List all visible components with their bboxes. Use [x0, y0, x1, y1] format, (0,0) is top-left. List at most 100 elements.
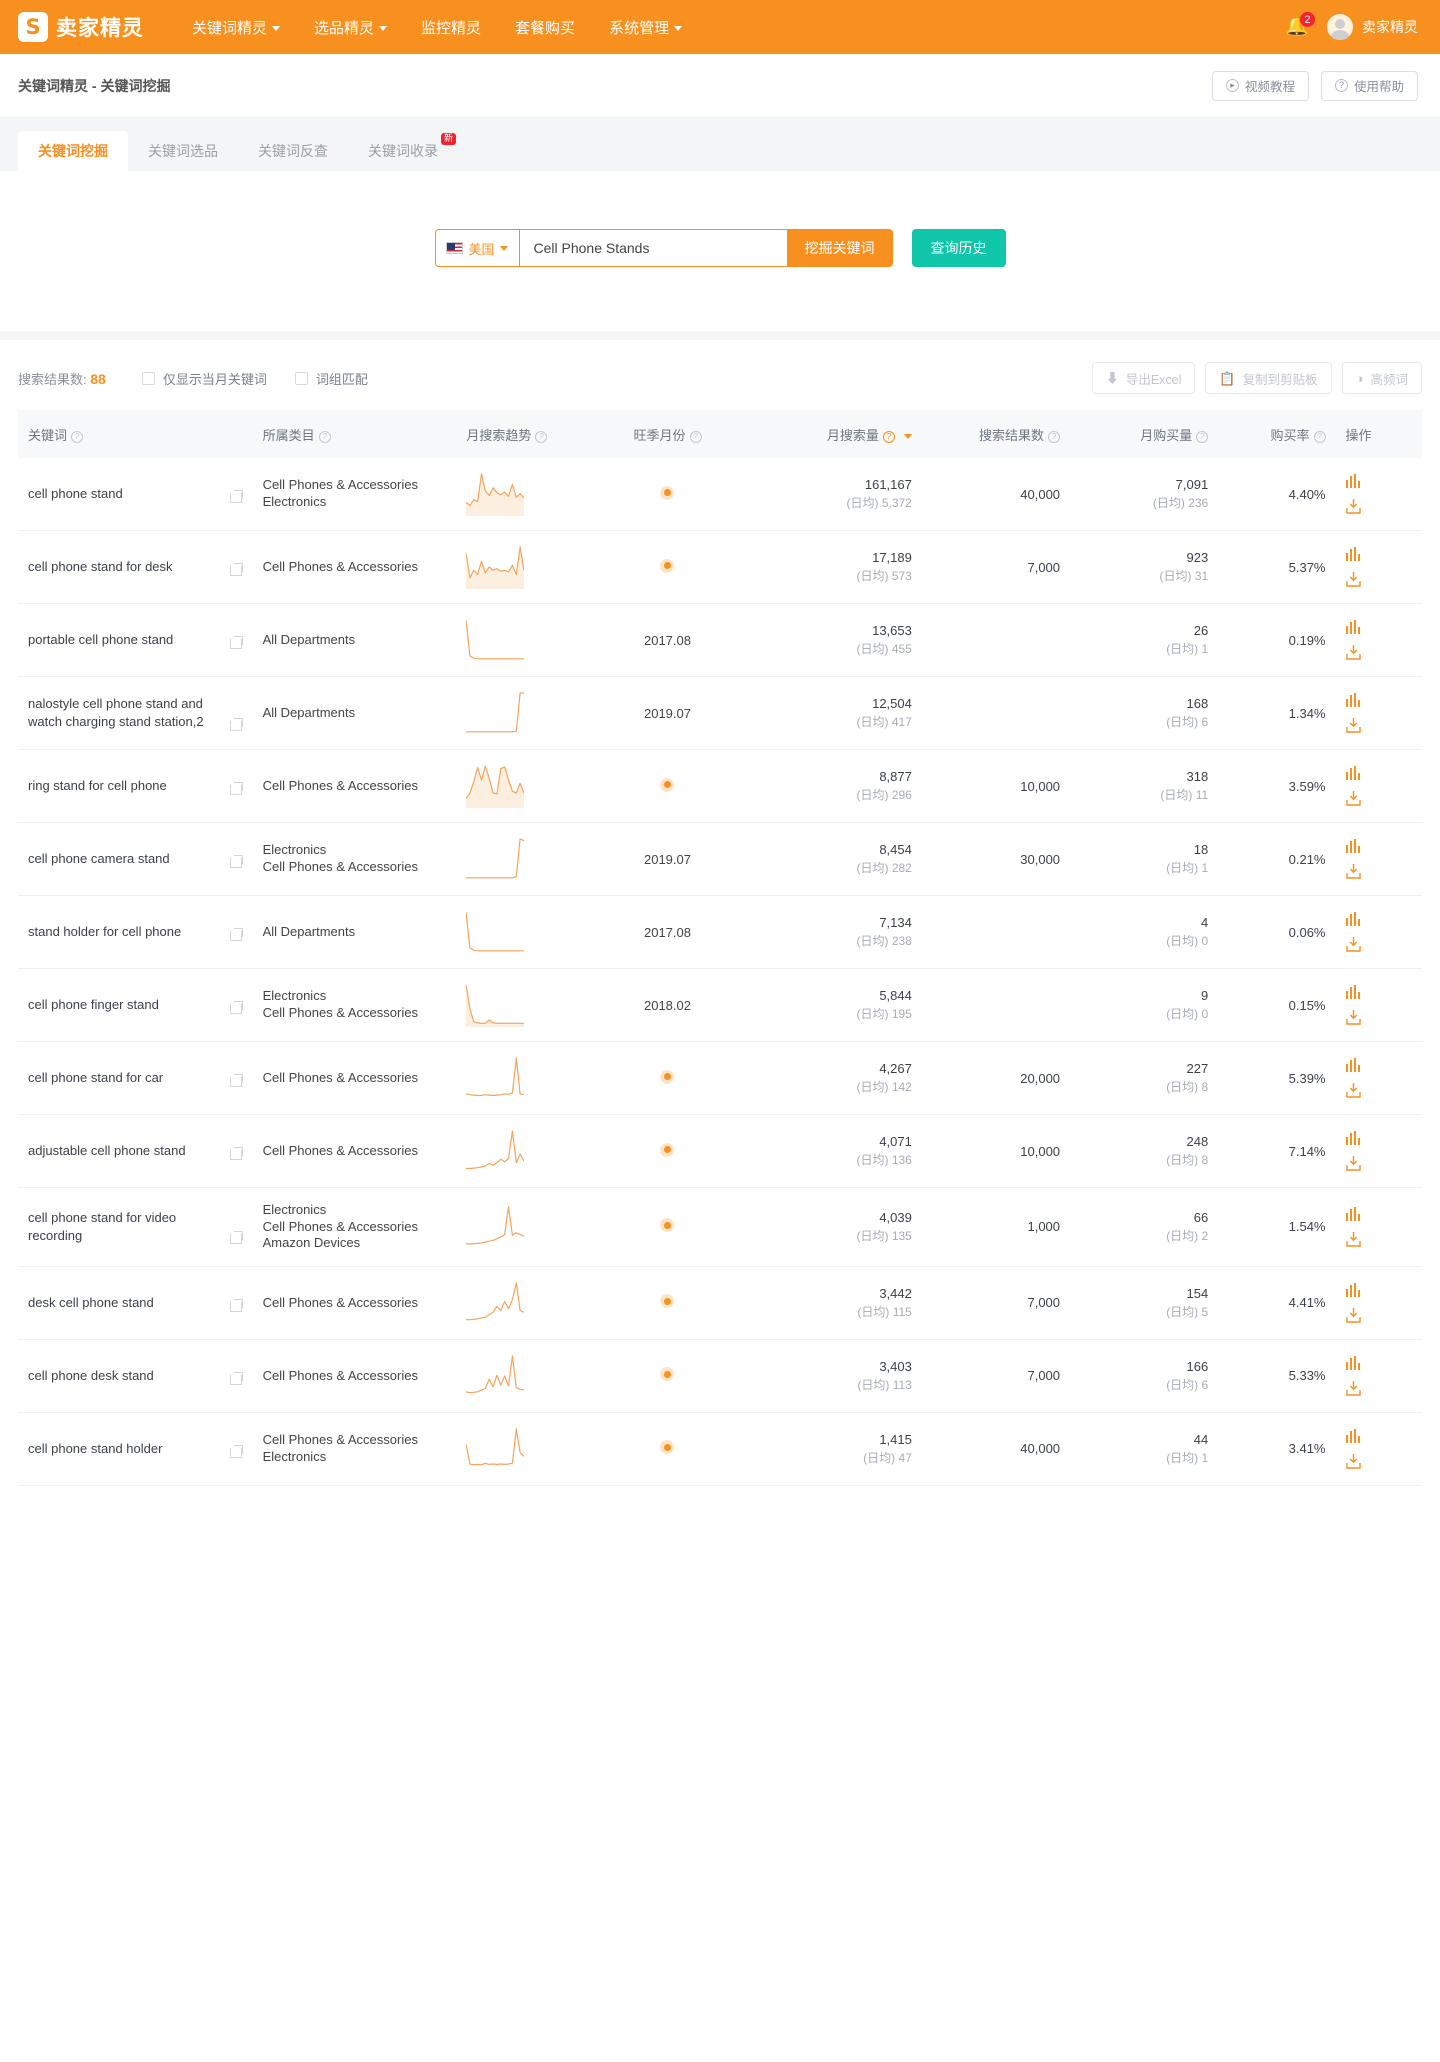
tab-keyword-reverse-lookup[interactable]: 关键词反查: [238, 131, 348, 171]
question-icon[interactable]: ?: [882, 430, 895, 443]
export-excel-button[interactable]: ⬇ 导出Excel: [1091, 362, 1196, 394]
bar-chart-icon[interactable]: [1345, 1428, 1361, 1443]
column-header-monthly-volume[interactable]: 月搜索量?: [736, 410, 922, 458]
table-row[interactable]: adjustable cell phone stand Cell Phones …: [18, 1114, 1422, 1188]
external-link-icon[interactable]: [229, 855, 243, 868]
external-link-icon[interactable]: [229, 636, 243, 649]
monthly-purchases-value: 318: [1186, 768, 1209, 784]
bar-chart-icon[interactable]: [1345, 474, 1361, 488]
nav-item-monitoring[interactable]: 监控精灵: [421, 17, 481, 38]
bar-chart-icon[interactable]: [1345, 1355, 1361, 1370]
question-icon[interactable]: ?: [1196, 430, 1209, 443]
query-history-button[interactable]: 查询历史: [911, 229, 1006, 267]
nav-item-keyword-wizard[interactable]: 关键词精灵: [192, 17, 281, 38]
bar-chart-icon[interactable]: [1345, 693, 1361, 707]
notifications-button[interactable]: 🔔 2: [1285, 11, 1316, 39]
help-button[interactable]: ? 使用帮助: [1320, 70, 1418, 101]
download-icon[interactable]: [1345, 572, 1361, 587]
country-select[interactable]: 美国: [434, 229, 519, 267]
table-row[interactable]: nalostyle cell phone stand and watch cha…: [18, 676, 1422, 750]
table-row[interactable]: cell phone stand for video recording Ele…: [18, 1187, 1422, 1267]
tab-keyword-mining[interactable]: 关键词挖掘: [18, 131, 128, 171]
question-icon[interactable]: ?: [1048, 430, 1061, 443]
sort-descending-icon[interactable]: [903, 433, 912, 439]
external-link-icon[interactable]: [229, 928, 243, 941]
download-icon[interactable]: [1345, 864, 1361, 879]
copy-clipboard-button[interactable]: 📋 复制到剪贴板: [1205, 362, 1332, 394]
table-row[interactable]: cell phone stand holder Cell Phones & Ac…: [18, 1412, 1422, 1486]
external-link-icon[interactable]: [229, 1074, 243, 1087]
table-row[interactable]: cell phone finger stand Electronics Cell …: [18, 968, 1422, 1042]
question-icon[interactable]: ?: [1313, 430, 1326, 443]
bar-chart-icon[interactable]: [1345, 1206, 1361, 1221]
bar-chart-icon[interactable]: [1345, 1282, 1361, 1297]
bar-chart-icon[interactable]: [1345, 1058, 1361, 1072]
external-link-icon[interactable]: [229, 1147, 243, 1160]
external-link-icon[interactable]: [229, 782, 243, 795]
table-row[interactable]: cell phone camera stand Electronics Cell …: [18, 822, 1422, 896]
column-header-purchase-rate[interactable]: 购买率?: [1218, 410, 1336, 458]
column-header-peak-month[interactable]: 旺季月份?: [598, 410, 737, 458]
external-link-icon[interactable]: [229, 1001, 243, 1014]
video-tutorial-button[interactable]: ▸ 视频教程: [1211, 70, 1309, 101]
bar-chart-icon[interactable]: [1345, 839, 1361, 853]
table-row[interactable]: cell phone desk stand Cell Phones & Acce…: [18, 1339, 1422, 1413]
nav-item-system-management[interactable]: 系统管理: [609, 17, 683, 38]
external-link-icon[interactable]: [229, 563, 243, 576]
download-icon[interactable]: [1345, 1380, 1361, 1396]
checkbox-phrase-match[interactable]: 词组匹配: [294, 369, 368, 388]
checkbox-box[interactable]: [294, 371, 308, 385]
table-row[interactable]: portable cell phone stand All Department…: [18, 603, 1422, 677]
table-row[interactable]: cell phone stand for desk Cell Phones & …: [18, 530, 1422, 604]
bar-chart-icon[interactable]: [1345, 620, 1361, 634]
bar-chart-icon[interactable]: [1345, 912, 1361, 926]
question-icon[interactable]: ?: [318, 430, 331, 443]
bar-chart-icon[interactable]: [1345, 985, 1361, 999]
column-header-monthly-purchases[interactable]: 月购买量?: [1070, 410, 1219, 458]
download-icon[interactable]: [1345, 937, 1361, 952]
checkbox-current-month[interactable]: 仅显示当月关键词: [141, 369, 267, 388]
download-icon[interactable]: [1345, 1231, 1361, 1247]
bar-chart-icon[interactable]: [1345, 766, 1361, 780]
app-logo[interactable]: S 卖家精灵: [18, 12, 144, 42]
question-icon[interactable]: ?: [535, 430, 548, 443]
download-icon[interactable]: [1345, 645, 1361, 660]
question-icon[interactable]: ?: [71, 430, 84, 443]
external-link-icon[interactable]: [229, 718, 243, 731]
external-link-icon[interactable]: [229, 1299, 243, 1312]
tab-keyword-indexing[interactable]: 关键词收录 新: [348, 131, 458, 171]
download-icon[interactable]: [1345, 499, 1361, 514]
bar-chart-icon[interactable]: [1345, 547, 1361, 561]
dig-keywords-button[interactable]: 挖掘关键词: [786, 229, 893, 267]
user-menu[interactable]: 卖家精灵: [1327, 14, 1418, 40]
nav-item-purchase-plan[interactable]: 套餐购买: [515, 17, 575, 38]
external-link-icon[interactable]: [229, 1372, 243, 1385]
table-row[interactable]: cell phone stand for car Cell Phones & A…: [18, 1041, 1422, 1115]
column-header-trend[interactable]: 月搜索趋势?: [456, 410, 599, 458]
table-row[interactable]: ring stand for cell phone Cell Phones & …: [18, 749, 1422, 823]
column-header-keyword[interactable]: 关键词?: [18, 410, 253, 458]
notification-badge: 2: [1299, 11, 1316, 28]
download-icon[interactable]: [1345, 791, 1361, 806]
nav-item-product-selection[interactable]: 选品精灵: [314, 17, 388, 38]
table-row[interactable]: stand holder for cell phone All Departme…: [18, 895, 1422, 969]
table-row[interactable]: desk cell phone stand Cell Phones & Acce…: [18, 1266, 1422, 1340]
table-row[interactable]: cell phone stand Cell Phones & Accessori…: [18, 458, 1422, 531]
external-link-icon[interactable]: [229, 490, 243, 503]
high-frequency-words-button[interactable]: ◑ 高频词: [1341, 362, 1422, 394]
download-icon[interactable]: [1345, 1083, 1361, 1098]
download-icon[interactable]: [1345, 1156, 1361, 1171]
column-header-search-results[interactable]: 搜索结果数?: [921, 410, 1071, 458]
download-icon[interactable]: [1345, 1010, 1361, 1025]
tab-keyword-product-selection[interactable]: 关键词选品: [128, 131, 238, 171]
external-link-icon[interactable]: [229, 1231, 243, 1245]
column-header-category[interactable]: 所属类目?: [252, 410, 457, 458]
keyword-search-input[interactable]: [518, 229, 787, 267]
bar-chart-icon[interactable]: [1345, 1131, 1361, 1145]
download-icon[interactable]: [1345, 718, 1361, 733]
checkbox-box[interactable]: [141, 371, 155, 385]
download-icon[interactable]: [1345, 1453, 1361, 1469]
external-link-icon[interactable]: [229, 1445, 243, 1458]
download-icon[interactable]: [1345, 1307, 1361, 1323]
question-icon[interactable]: ?: [689, 430, 702, 443]
